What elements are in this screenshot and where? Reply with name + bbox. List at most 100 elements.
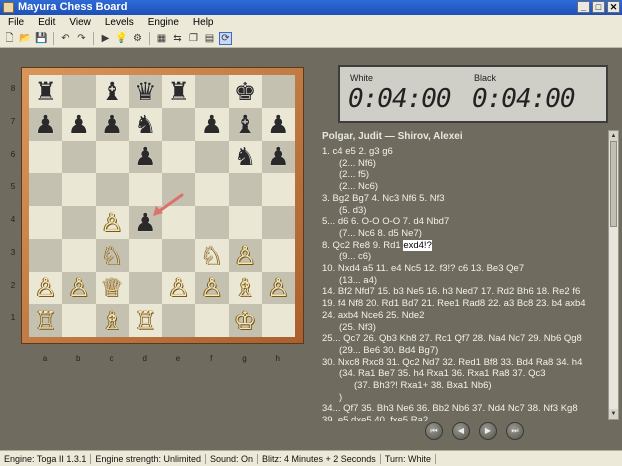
square-a1[interactable]: ♖ <box>29 304 63 337</box>
white-rook-icon[interactable]: ♖ <box>134 308 156 333</box>
menu-view[interactable]: View <box>69 17 91 28</box>
square-g1[interactable]: ♔ <box>228 304 262 337</box>
square-h6[interactable]: ♟ <box>261 140 295 174</box>
square-g2[interactable]: ♗ <box>228 271 262 305</box>
square-f2[interactable]: ♙ <box>195 271 229 305</box>
square-f1[interactable] <box>195 304 229 337</box>
black-king-icon[interactable]: ♚ <box>234 79 256 104</box>
play-icon[interactable]: ▶ <box>99 32 112 45</box>
scroll-up-icon[interactable]: ▲ <box>609 131 618 141</box>
new-icon[interactable]: 🗋 <box>3 32 16 45</box>
white-bishop-icon[interactable]: ♗ <box>101 308 123 333</box>
black-bishop-icon[interactable]: ♝ <box>101 79 123 104</box>
square-c1[interactable]: ♗ <box>95 304 129 337</box>
first-move-button[interactable]: ⏮ <box>425 422 443 440</box>
white-pawn-icon[interactable]: ♙ <box>101 210 123 235</box>
square-g8[interactable]: ♚ <box>228 75 262 108</box>
black-bishop-icon[interactable]: ♝ <box>234 112 256 137</box>
copy-icon[interactable]: ❐ <box>187 32 200 45</box>
square-c8[interactable]: ♝ <box>95 75 129 108</box>
square-g5[interactable] <box>228 173 262 206</box>
square-e3[interactable] <box>162 238 196 272</box>
white-pawn-icon[interactable]: ♙ <box>234 243 256 268</box>
square-e1[interactable] <box>162 304 196 337</box>
move-line[interactable]: 3. Bg2 Bg7 4. Nc3 Nf6 5. Nf3 <box>322 193 606 205</box>
move-line[interactable]: (34. Ra1 Be7 35. h4 Rxa1 36. Rxa1 Ra8 37… <box>322 368 606 380</box>
white-knight-icon[interactable]: ♘ <box>101 243 123 268</box>
square-c5[interactable] <box>95 173 129 206</box>
white-bishop-icon[interactable]: ♗ <box>234 275 256 300</box>
square-c6[interactable] <box>95 140 129 174</box>
menu-file[interactable]: File <box>8 17 24 28</box>
square-f6[interactable] <box>195 140 229 174</box>
square-b7[interactable]: ♟ <box>62 107 96 141</box>
square-c7[interactable]: ♟ <box>95 107 129 141</box>
menu-edit[interactable]: Edit <box>38 17 55 28</box>
square-e7[interactable] <box>162 107 196 141</box>
move-line[interactable]: (29... Be6 30. Bd4 Bg7) <box>322 345 606 357</box>
move-line[interactable]: (2... Nf6) <box>322 158 606 170</box>
white-queen-icon[interactable]: ♕ <box>101 275 123 300</box>
square-a8[interactable]: ♜ <box>29 75 63 108</box>
move-line[interactable]: 30. Nxc8 Rxc8 31. Qc2 Nd7 32. Red1 Bf8 3… <box>322 357 606 369</box>
square-f8[interactable] <box>195 75 229 108</box>
white-pawn-icon[interactable]: ♙ <box>201 275 223 300</box>
square-d6[interactable]: ♟ <box>128 140 162 174</box>
square-d7[interactable]: ♞ <box>128 107 162 141</box>
move-line[interactable]: (2... Nc6) <box>322 181 606 193</box>
black-pawn-icon[interactable]: ♟ <box>267 112 289 137</box>
black-pawn-icon[interactable]: ♟ <box>34 112 56 137</box>
square-a7[interactable]: ♟ <box>29 107 63 141</box>
black-pawn-icon[interactable]: ♟ <box>267 144 289 169</box>
square-h8[interactable] <box>261 75 295 108</box>
square-g7[interactable]: ♝ <box>228 107 262 141</box>
prev-move-button[interactable]: ◀ <box>452 422 470 440</box>
white-knight-icon[interactable]: ♘ <box>201 243 223 268</box>
black-knight-icon[interactable]: ♞ <box>234 144 256 169</box>
white-rook-icon[interactable]: ♖ <box>34 308 56 333</box>
black-queen-icon[interactable]: ♛ <box>134 79 156 104</box>
maximize-button[interactable]: □ <box>592 1 605 13</box>
square-f3[interactable]: ♘ <box>195 238 229 272</box>
square-g6[interactable]: ♞ <box>228 140 262 174</box>
square-d1[interactable]: ♖ <box>128 304 162 337</box>
square-h4[interactable] <box>261 206 295 239</box>
white-king-icon[interactable]: ♔ <box>234 308 256 333</box>
hint-icon[interactable]: 💡 <box>115 32 128 45</box>
square-h7[interactable]: ♟ <box>261 107 295 141</box>
square-c4[interactable]: ♙ <box>95 206 129 239</box>
move-line[interactable]: 19. f4 Nf8 20. Rd1 Bd7 21. Ree1 Rad8 22.… <box>322 298 606 310</box>
undo-icon[interactable]: ↶ <box>59 32 72 45</box>
move-line[interactable]: (9... c6) <box>322 251 606 263</box>
move-line[interactable]: 8. Qc2 Re8 9. Rd1 exd4!? <box>322 239 606 252</box>
move-line[interactable]: (5. d3) <box>322 205 606 217</box>
square-b6[interactable] <box>62 140 96 174</box>
minimize-button[interactable]: _ <box>577 1 590 13</box>
board-setup-icon[interactable]: ▦ <box>155 32 168 45</box>
move-list-scrollbar[interactable]: ▲ ▼ <box>608 130 619 420</box>
menu-help[interactable]: Help <box>193 17 214 28</box>
square-b8[interactable] <box>62 75 96 108</box>
square-d2[interactable] <box>128 271 162 305</box>
move-line[interactable]: 24. axb4 Nce6 25. Nde2 <box>322 310 606 322</box>
move-line[interactable]: (2... f5) <box>322 169 606 181</box>
square-b3[interactable] <box>62 238 96 272</box>
square-d3[interactable] <box>128 238 162 272</box>
move-line[interactable]: (7... Nc6 8. d5 Ne7) <box>322 228 606 240</box>
close-button[interactable]: ✕ <box>607 1 620 13</box>
next-move-button[interactable]: ▶ <box>479 422 497 440</box>
move-line[interactable]: 1. c4 e5 2. g3 g6 <box>322 146 606 158</box>
black-pawn-icon[interactable]: ♟ <box>68 112 90 137</box>
square-a6[interactable] <box>29 140 63 174</box>
square-b1[interactable] <box>62 304 96 337</box>
paste-icon[interactable]: ▤ <box>203 32 216 45</box>
square-h2[interactable]: ♙ <box>261 271 295 305</box>
move-line[interactable]: 10. Nxd4 a5 11. e4 Nc5 12. f3!? c6 13. B… <box>322 263 606 275</box>
black-pawn-icon[interactable]: ♟ <box>101 112 123 137</box>
white-pawn-icon[interactable]: ♙ <box>34 275 56 300</box>
black-rook-icon[interactable]: ♜ <box>167 79 189 104</box>
move-line[interactable]: ) <box>322 392 606 404</box>
square-a4[interactable] <box>29 206 63 239</box>
square-a3[interactable] <box>29 238 63 272</box>
square-e2[interactable]: ♙ <box>162 271 196 305</box>
